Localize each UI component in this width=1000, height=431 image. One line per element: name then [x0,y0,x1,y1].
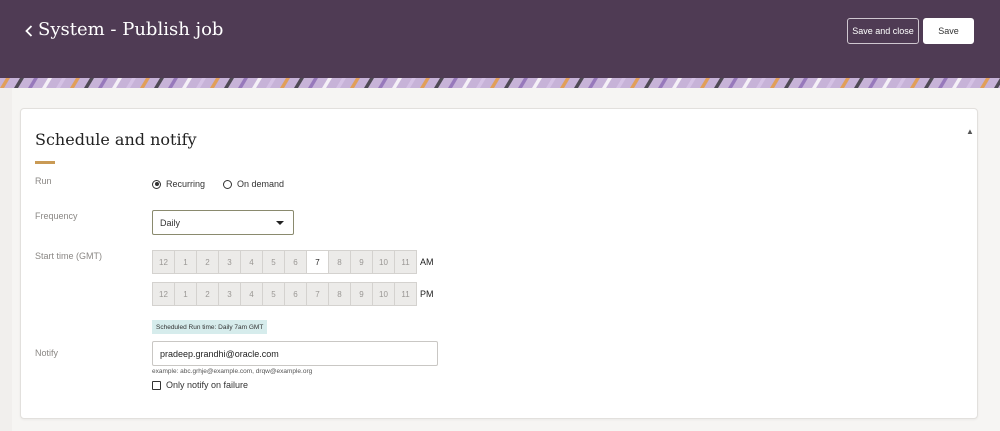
pm-hour-9[interactable]: 9 [350,282,373,306]
chevron-up-icon[interactable]: ▲ [965,127,975,137]
pm-hour-3[interactable]: 3 [218,282,241,306]
frequency-value: Daily [160,217,181,228]
notify-example-text: example: abc.grhje@example.com, drqw@exa… [152,368,313,375]
radio-recurring[interactable]: Recurring [152,179,205,189]
radio-on-demand[interactable]: On demand [223,179,284,189]
pm-hour-4[interactable]: 4 [240,282,263,306]
radio-on-demand-label: On demand [237,179,285,189]
pm-hour-10[interactable]: 10 [372,282,395,306]
chevron-left-icon [25,25,33,37]
am-hour-10[interactable]: 10 [372,250,395,274]
checkbox-icon [152,380,161,390]
am-hour-1[interactable]: 1 [174,250,197,274]
radio-unchecked-icon [223,179,233,189]
am-hour-9[interactable]: 9 [350,250,373,274]
am-hour-2[interactable]: 2 [196,250,219,274]
pm-hour-2[interactable]: 2 [196,282,219,306]
am-hour-5[interactable]: 5 [262,250,285,274]
back-button[interactable] [22,20,36,42]
save-and-close-button[interactable]: Save and close [847,18,919,44]
run-radio-group: Recurring On demand [152,179,284,189]
frequency-select[interactable]: Daily [152,210,294,235]
radio-checked-icon [152,179,161,189]
am-hour-8[interactable]: 8 [328,250,351,274]
am-label: AM [420,257,434,267]
pm-hour-1[interactable]: 1 [174,282,197,306]
pm-hour-8[interactable]: 8 [328,282,351,306]
run-label: Run [35,176,52,186]
pm-hour-12[interactable]: 12 [152,282,175,306]
notify-label: Notify [35,348,59,358]
am-hour-7[interactable]: 7 [306,250,329,274]
save-button[interactable]: Save [923,18,974,44]
section-title: Schedule and notify [35,130,197,149]
am-hour-4[interactable]: 4 [240,250,263,274]
pm-hour-row: 12 1 2 3 4 5 6 7 8 9 10 11 PM [152,282,434,306]
schedule-notify-card: Schedule and notify ▲ Run Recurring On d… [20,108,978,419]
am-hour-row: 12 1 2 3 4 5 6 7 8 9 10 11 AM [152,250,434,274]
pm-hour-7[interactable]: 7 [306,282,329,306]
page-header: System - Publish job Save and close Save [0,0,1000,78]
am-hour-6[interactable]: 6 [284,250,307,274]
am-hour-12[interactable]: 12 [152,250,175,274]
title-accent-bar [35,161,55,164]
pm-hour-5[interactable]: 5 [262,282,285,306]
only-failure-label: Only notify on failure [166,380,249,390]
decorative-banner [0,78,1000,88]
notify-email-input[interactable] [152,341,438,366]
pm-hour-11[interactable]: 11 [394,282,417,306]
only-failure-checkbox[interactable]: Only notify on failure [152,380,248,390]
start-time-label: Start time (GMT) [35,251,102,261]
am-hour-3[interactable]: 3 [218,250,241,274]
pm-label: PM [420,289,434,299]
pm-hour-6[interactable]: 6 [284,282,307,306]
frequency-label: Frequency [35,211,78,221]
radio-recurring-label: Recurring [166,179,206,189]
caret-down-icon [276,221,284,225]
scheduled-run-badge: Scheduled Run time: Daily 7am GMT [152,320,268,334]
page-title: System - Publish job [38,19,224,40]
am-hour-11[interactable]: 11 [394,250,417,274]
